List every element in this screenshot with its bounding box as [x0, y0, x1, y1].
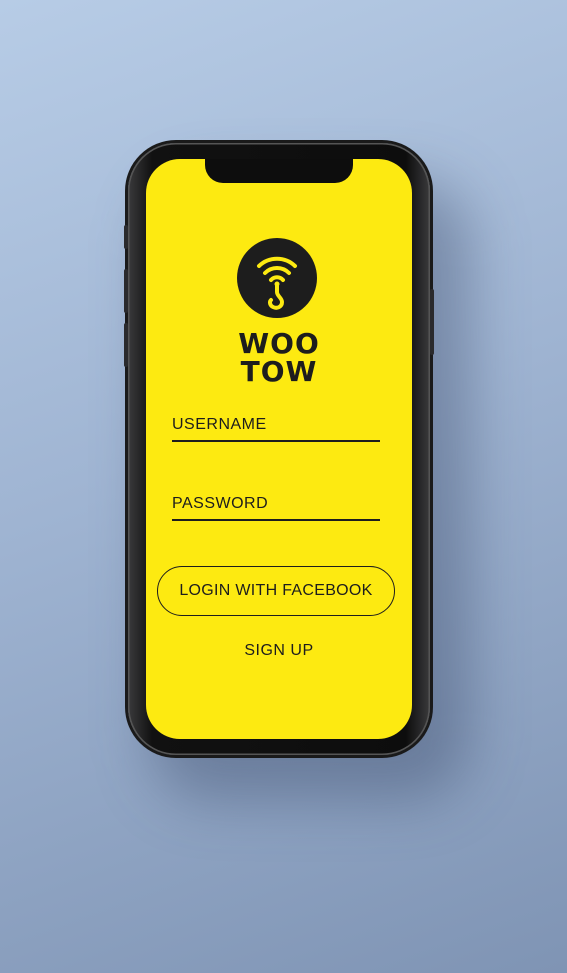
power-button — [430, 289, 434, 355]
login-with-facebook-button[interactable]: LOGIN WITH FACEBOOK — [157, 566, 395, 616]
volume-down-button — [124, 323, 128, 367]
phone-notch — [205, 159, 353, 183]
logo-glyph — [257, 256, 297, 310]
brand-wordmark-line2: TOW — [240, 355, 318, 388]
mute-switch — [124, 225, 128, 249]
volume-up-button — [124, 269, 128, 313]
sign-up-link[interactable]: SIGN UP — [146, 642, 412, 660]
phone-frame: WOO TOW USERNAME PASSWORD LOGIN WITH FAC… — [124, 143, 434, 755]
username-label: USERNAME — [172, 416, 267, 433]
password-label: PASSWORD — [172, 495, 269, 512]
wifi-tow-hook-icon — [237, 238, 317, 318]
password-field[interactable]: PASSWORD — [172, 495, 380, 521]
username-field[interactable]: USERNAME — [172, 416, 380, 442]
app-screen: WOO TOW USERNAME PASSWORD LOGIN WITH FAC… — [146, 159, 412, 739]
brand-wordmark-line1: WOO — [238, 327, 320, 360]
